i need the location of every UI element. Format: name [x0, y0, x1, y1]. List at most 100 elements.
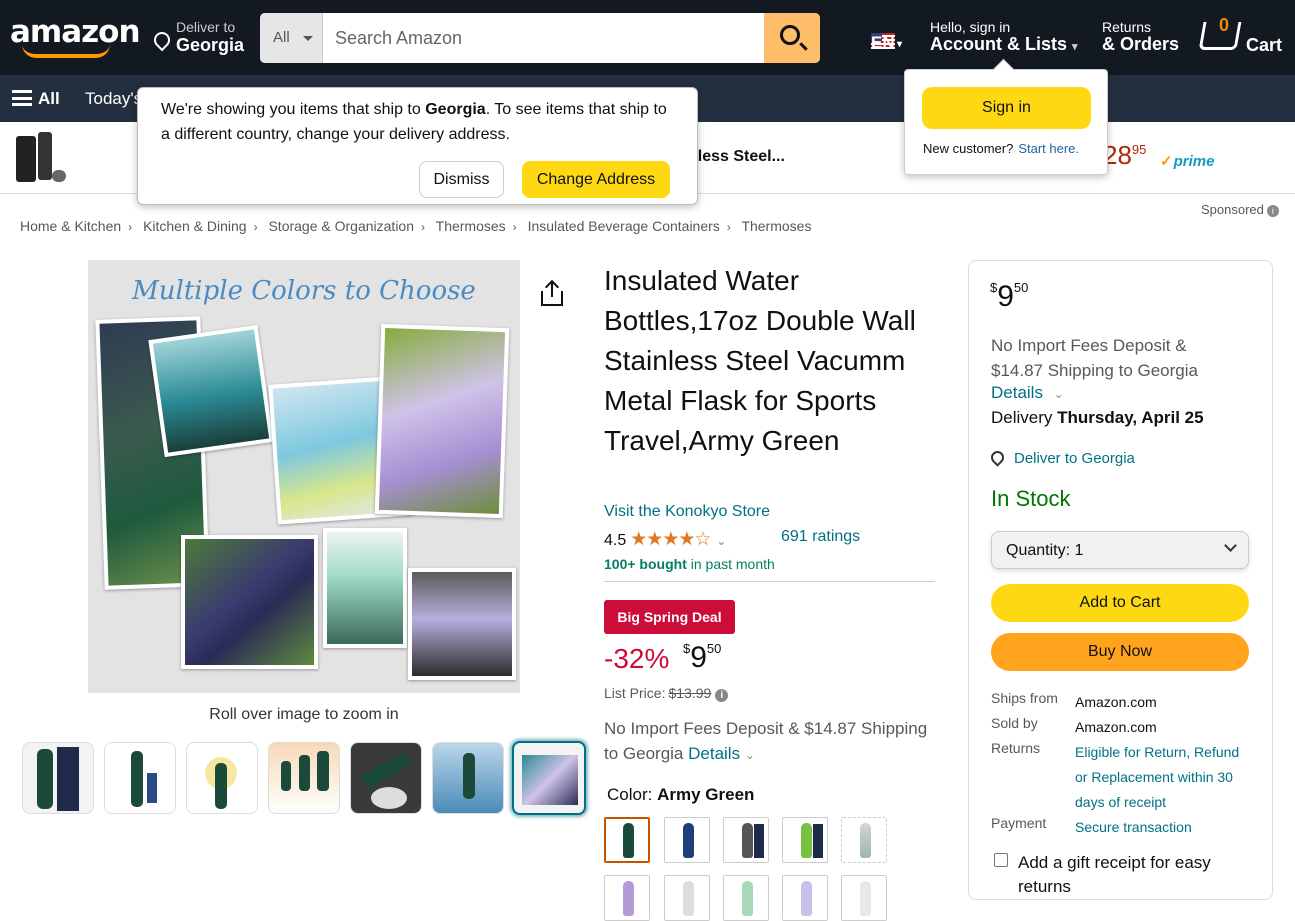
message-prefix: We're showing you items that ship to: [161, 101, 426, 118]
search-button[interactable]: [764, 13, 820, 63]
chevron-down-icon: [303, 36, 313, 46]
list-price-value: $13.99: [668, 685, 712, 701]
chevron-down-icon: ⌄: [1053, 387, 1064, 401]
thumbnail[interactable]: [350, 742, 422, 814]
color-swatch[interactable]: [664, 817, 710, 863]
price-fraction: 50: [706, 641, 722, 656]
breadcrumb-separator: ›: [128, 220, 133, 234]
delivery-date-value: Thursday, April 25: [1057, 408, 1204, 427]
zoom-hint: Roll over image to zoom in: [209, 706, 399, 723]
start-here-link[interactable]: Start here.: [1018, 141, 1079, 156]
product-price: $950: [683, 641, 721, 675]
color-swatch[interactable]: [664, 875, 710, 921]
add-to-cart-button[interactable]: Add to Cart: [991, 584, 1249, 622]
chevron-down-icon: [1224, 539, 1237, 552]
thumbnail[interactable]: [104, 742, 176, 814]
sponsored-text: Sponsored: [1201, 202, 1264, 217]
all-menu-label: All: [38, 89, 60, 108]
ad-product-title[interactable]: nless Steel...: [688, 148, 785, 166]
breadcrumb-item[interactable]: Thermoses: [741, 218, 811, 234]
deliver-to-label: Deliver to: [176, 19, 236, 35]
collage-photo: [408, 568, 516, 680]
breadcrumb-item[interactable]: Insulated Beverage Containers: [528, 218, 720, 234]
color-swatch[interactable]: [723, 875, 769, 921]
buybox-price-fraction: 50: [1013, 280, 1029, 295]
color-label: Color:: [607, 785, 653, 804]
sold-by-label: Sold by: [991, 715, 1038, 731]
breadcrumb-item[interactable]: Thermoses: [436, 218, 506, 234]
deal-badge: Big Spring Deal: [604, 600, 735, 634]
returns-label: Returns: [1102, 19, 1152, 35]
search-bar: All: [260, 13, 820, 63]
breadcrumb-item[interactable]: Home & Kitchen: [20, 218, 121, 234]
color-swatch[interactable]: [841, 875, 887, 921]
color-swatch-army-green[interactable]: [604, 817, 650, 863]
list-price-label: List Price:: [604, 685, 666, 701]
chevron-down-icon: ⌄: [744, 748, 755, 762]
color-swatch[interactable]: [841, 817, 887, 863]
orders-label: & Orders: [1102, 34, 1180, 54]
ratings-count-link[interactable]: 691 ratings: [781, 528, 860, 546]
dismiss-button[interactable]: Dismiss: [419, 161, 504, 198]
product-title: Insulated Water Bottles,17oz Double Wall…: [604, 265, 916, 456]
buybox-details-link[interactable]: Details ⌄: [991, 383, 1064, 403]
sold-by-value: Amazon.com: [1075, 719, 1157, 735]
search-category-dropdown[interactable]: All: [260, 13, 323, 63]
divider: [604, 581, 935, 582]
gift-receipt-checkbox[interactable]: [994, 853, 1008, 867]
delivery-address-message: We're showing you items that ship to Geo…: [161, 97, 671, 147]
location-pin-icon: [150, 28, 174, 52]
ad-product-image[interactable]: [14, 130, 66, 186]
main-product-image[interactable]: Multiple Colors to Choose: [88, 260, 520, 693]
breadcrumb-separator: ›: [726, 220, 731, 234]
thumbnail[interactable]: [186, 742, 258, 814]
delivery-label: Delivery: [991, 408, 1053, 427]
color-swatch[interactable]: [782, 817, 828, 863]
returns-orders-link[interactable]: Returns & Orders: [1102, 19, 1179, 55]
prime-badge: prime: [1160, 152, 1215, 170]
color-swatch[interactable]: [723, 817, 769, 863]
change-address-button[interactable]: Change Address: [522, 161, 670, 198]
returns-label: Returns: [991, 740, 1041, 756]
breadcrumb-item[interactable]: Kitchen & Dining: [143, 218, 247, 234]
sponsored-label[interactable]: Sponsored i: [1201, 202, 1279, 217]
breadcrumb-item[interactable]: Storage & Organization: [268, 218, 414, 234]
breadcrumb: Home & Kitchen › Kitchen & Dining › Storag…: [20, 218, 811, 234]
buybox-price-whole: 9: [997, 280, 1014, 313]
thumbnail[interactable]: [268, 742, 340, 814]
breadcrumb-separator: ›: [512, 220, 517, 234]
share-button[interactable]: [541, 282, 563, 306]
signin-button[interactable]: Sign in: [922, 87, 1091, 129]
rating-summary[interactable]: 4.5 ★★★★☆ ⌄: [604, 528, 726, 551]
info-icon[interactable]: i: [715, 689, 729, 702]
payment-label: Payment: [991, 815, 1047, 831]
secure-transaction-link[interactable]: Secure transaction: [1075, 815, 1255, 840]
quantity-value: 1: [1074, 542, 1084, 559]
thumbnail[interactable]: [22, 742, 94, 814]
collage-photo: [148, 324, 274, 458]
returns-policy-link[interactable]: Eligible for Return, Refund or Replaceme…: [1075, 740, 1255, 815]
cart-button[interactable]: 0 Cart: [1198, 15, 1294, 62]
thumbnail-selected[interactable]: [512, 741, 586, 815]
all-menu-button[interactable]: All: [12, 89, 60, 109]
search-input[interactable]: [323, 13, 764, 63]
buy-now-button[interactable]: Buy Now: [991, 633, 1249, 671]
thumbnail[interactable]: [432, 742, 504, 814]
store-link[interactable]: Visit the Konokyo Store: [604, 503, 770, 521]
language-label: EN: [871, 33, 895, 52]
quantity-select[interactable]: Quantity: 1: [991, 531, 1249, 569]
price-whole: 9: [690, 641, 707, 674]
color-swatch[interactable]: [782, 875, 828, 921]
details-link[interactable]: Details: [688, 744, 740, 763]
image-heading: Multiple Colors to Choose: [132, 276, 476, 306]
deliver-to-link[interactable]: Deliver to Georgia: [988, 448, 1135, 467]
share-icon-arrow: [551, 282, 553, 297]
color-swatch[interactable]: [604, 875, 650, 921]
account-lists-menu[interactable]: Hello, sign in Account & Lists ▾: [930, 19, 1078, 55]
ad-price-fraction: 95: [1131, 142, 1147, 157]
buybox-price: $950: [990, 280, 1028, 314]
location-pin-icon: [988, 448, 1007, 467]
todays-deals-link[interactable]: Today's: [85, 89, 142, 109]
new-customer-label: New customer?: [923, 141, 1014, 156]
buybox-details-label: Details: [991, 383, 1043, 402]
